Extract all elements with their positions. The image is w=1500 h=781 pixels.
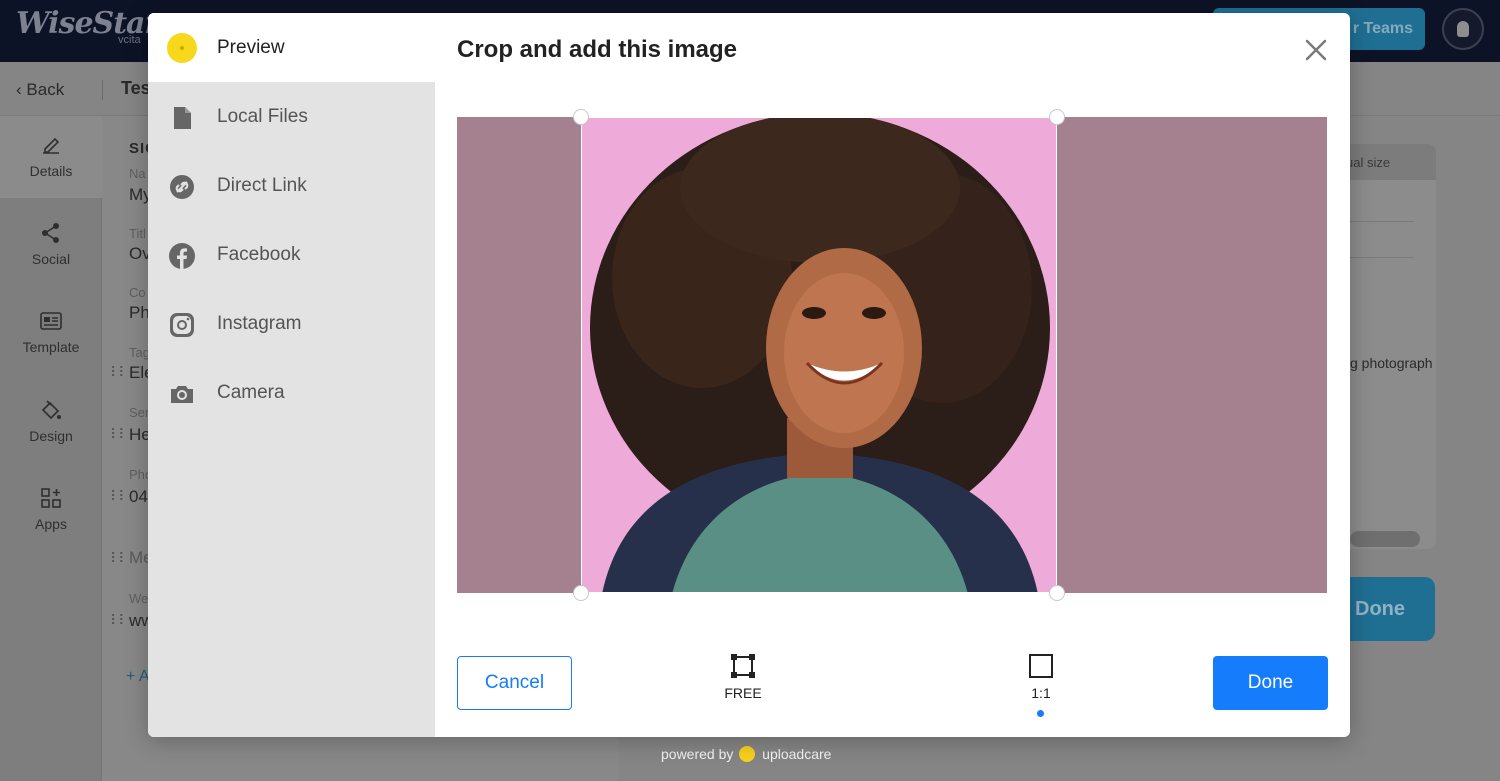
link-icon — [170, 175, 194, 199]
sidebar-item-label: Design — [29, 428, 73, 444]
crop-option-square[interactable]: 1:1 — [1001, 653, 1081, 701]
field-label: Co — [129, 285, 146, 300]
camera-icon — [171, 386, 193, 403]
preview-scrollbar[interactable] — [1350, 531, 1420, 547]
sidebar-item-details[interactable]: Details — [0, 133, 102, 179]
background-done-button[interactable]: Done — [1349, 577, 1435, 641]
portrait-photo — [582, 118, 1056, 592]
back-label: Back — [26, 80, 65, 99]
source-label: Local Files — [217, 106, 308, 127]
field-value[interactable]: Ph — [129, 303, 150, 323]
sidebar-item-apps[interactable]: Apps — [0, 486, 102, 532]
source-local-files[interactable]: Local Files — [148, 82, 435, 151]
powered-prefix: powered by — [661, 746, 734, 762]
template-icon — [40, 312, 62, 330]
divider — [1350, 221, 1414, 222]
sidebar-item-social[interactable]: Social — [0, 221, 102, 267]
crop-handle-top-left[interactable] — [573, 109, 589, 125]
dialog-title: Crop and add this image — [457, 36, 738, 63]
drag-handle-icon[interactable]: ⠇⠇ — [110, 550, 128, 567]
field-label: Tag — [129, 345, 150, 360]
powered-by[interactable]: powered by uploadcare — [661, 746, 831, 762]
close-icon[interactable] — [1301, 35, 1331, 65]
uploadcare-dot-icon — [167, 33, 197, 63]
sidebar-item-design[interactable]: Design — [0, 398, 102, 444]
crop-option-label: 1:1 — [1031, 685, 1051, 701]
sidebar-item-label: Template — [22, 339, 80, 355]
drag-handle-icon[interactable]: ⠇⠇ — [110, 612, 128, 629]
field-label: Ser — [129, 405, 150, 420]
field-label: Titl — [129, 226, 146, 241]
preview-text: g photograph — [1350, 355, 1433, 371]
source-label: Preview — [217, 37, 285, 58]
crop-handle-bottom-right[interactable] — [1049, 585, 1065, 601]
divider — [102, 80, 103, 100]
source-facebook[interactable]: Facebook — [148, 220, 435, 289]
source-camera[interactable]: Camera — [148, 358, 435, 427]
cancel-button[interactable]: Cancel — [457, 656, 572, 710]
source-instagram[interactable]: Instagram — [148, 289, 435, 358]
sidebar-item-label: Details — [29, 163, 73, 179]
field-label: We — [129, 591, 149, 606]
upload-dialog: Preview Local Files Direct Link Facebook… — [148, 13, 1350, 737]
source-label: Facebook — [217, 244, 301, 265]
source-label: Direct Link — [217, 175, 307, 196]
crop-option-free[interactable]: FREE — [703, 653, 783, 701]
preview-card-header[interactable]: ual size — [1340, 144, 1436, 180]
source-direct-link[interactable]: Direct Link — [148, 151, 435, 220]
apps-grid-icon — [41, 488, 61, 508]
file-icon — [174, 107, 191, 129]
field-label: Na — [129, 166, 146, 181]
preview-card — [1340, 144, 1436, 549]
back-button[interactable]: ‹ Back — [16, 80, 64, 100]
done-button[interactable]: Done — [1213, 656, 1328, 710]
facebook-icon — [169, 243, 195, 269]
powered-brand: uploadcare — [762, 746, 832, 762]
crop-handle-bottom-left[interactable] — [573, 585, 589, 601]
source-label: Camera — [217, 382, 285, 403]
source-label: Instagram — [217, 313, 302, 334]
avatar[interactable] — [1442, 8, 1484, 50]
uploadcare-logo-icon — [739, 746, 756, 762]
field-value[interactable]: 04 — [129, 487, 148, 507]
sidebar-item-label: Social — [31, 251, 71, 267]
app-sidebar — [0, 116, 102, 781]
drag-handle-icon[interactable]: ⠇⠇ — [110, 364, 128, 381]
page-title: Tes — [121, 78, 151, 98]
pencil-icon — [43, 137, 60, 154]
crop-handle-top-right[interactable] — [1049, 109, 1065, 125]
crop-selection[interactable] — [581, 117, 1057, 593]
drag-handle-icon[interactable]: ⠇⠇ — [110, 426, 128, 443]
chevron-left-icon: ‹ — [16, 80, 22, 99]
crop-option-label: FREE — [724, 685, 762, 701]
source-preview[interactable]: Preview — [148, 13, 435, 82]
add-field-link[interactable]: + A — [126, 668, 150, 686]
selected-indicator — [1037, 710, 1044, 717]
paint-bucket-icon — [41, 400, 61, 420]
share-icon — [42, 223, 59, 243]
sidebar-item-label: Apps — [35, 516, 67, 532]
app-logo-sub: vcita — [118, 34, 141, 46]
divider — [1350, 257, 1414, 258]
square-crop-icon — [1029, 654, 1053, 678]
instagram-icon — [170, 313, 194, 337]
free-crop-icon — [731, 654, 755, 678]
sidebar-item-template[interactable]: Template — [0, 309, 102, 355]
drag-handle-icon[interactable]: ⠇⠇ — [110, 488, 128, 505]
